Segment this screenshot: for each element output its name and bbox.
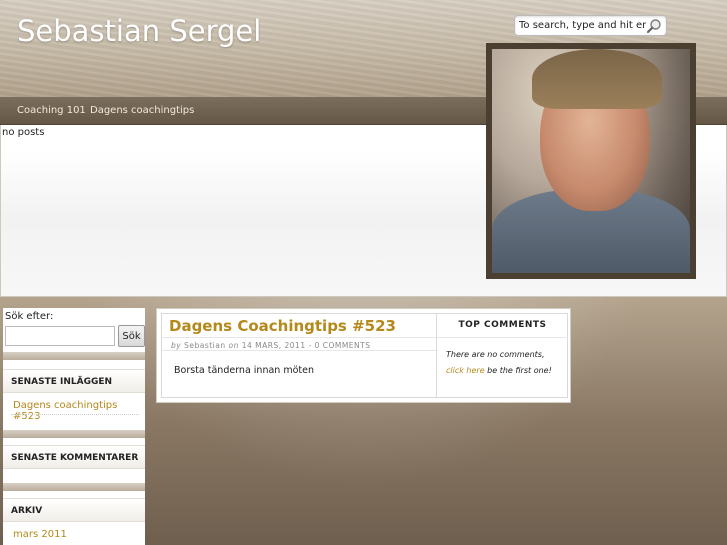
top-comments-title: TOP COMMENTS bbox=[437, 314, 568, 338]
be-first-text: be the first one! bbox=[487, 366, 552, 375]
sidebar-divider bbox=[3, 430, 145, 438]
post-box: Dagens Coachingtips #523 by Sebastian on… bbox=[156, 308, 571, 403]
header-search-box[interactable] bbox=[514, 15, 667, 36]
post-body: Borsta tänderna innan möten bbox=[174, 365, 314, 376]
top-comments-text: There are no comments, click here be the… bbox=[446, 347, 552, 379]
nav-item-coaching-101[interactable]: Coaching 101 bbox=[17, 105, 86, 116]
post-author[interactable]: Sebastian bbox=[184, 341, 226, 350]
archive-link-mars-2011[interactable]: mars 2011 bbox=[13, 529, 67, 540]
sidebar-divider bbox=[3, 483, 145, 491]
post-title[interactable]: Dagens Coachingtips #523 bbox=[169, 317, 396, 335]
top-comments-panel: TOP COMMENTS There are no comments, clic… bbox=[437, 313, 568, 398]
site-title[interactable]: Sebastian Sergel bbox=[17, 14, 261, 48]
nav-item-dagens-coachingtips[interactable]: Dagens coachingtips bbox=[90, 105, 194, 116]
sidebar-divider bbox=[3, 352, 145, 360]
sidebar-search-button[interactable]: Sök bbox=[118, 325, 145, 347]
header-search-input[interactable] bbox=[519, 20, 646, 31]
portrait-photo bbox=[492, 49, 690, 273]
profile-photo-frame bbox=[486, 43, 696, 279]
post-meta-by: by bbox=[171, 341, 182, 350]
post-meta: by Sebastian on 14 MARS, 2011 - 0 COMMEN… bbox=[162, 337, 438, 351]
no-comments-text: There are no comments, bbox=[446, 350, 545, 359]
photo-hair bbox=[532, 49, 662, 109]
click-here-link[interactable]: click here bbox=[446, 366, 485, 375]
widget-title-recent-posts: SENASTE INLÄGGEN bbox=[3, 369, 145, 393]
no-posts-text: no posts bbox=[2, 127, 45, 138]
widget-title-archive: ARKIV bbox=[3, 498, 145, 522]
widget-title-recent-comments: SENASTE KOMMENTARER bbox=[3, 445, 145, 469]
sidebar: Sök efter: Sök SENASTE INLÄGGEN Dagens c… bbox=[3, 308, 145, 545]
recent-post-link[interactable]: Dagens coachingtips #523 bbox=[13, 400, 145, 422]
post-meta-on: on bbox=[228, 341, 239, 350]
post-entry: Dagens Coachingtips #523 by Sebastian on… bbox=[161, 313, 438, 398]
post-date-comments[interactable]: 14 MARS, 2011 - 0 COMMENTS bbox=[242, 341, 371, 350]
dotted-divider bbox=[11, 414, 139, 415]
sidebar-search-label: Sök efter: bbox=[5, 311, 54, 322]
magnifier-icon[interactable] bbox=[646, 18, 662, 34]
sidebar-search-input[interactable] bbox=[5, 326, 115, 346]
